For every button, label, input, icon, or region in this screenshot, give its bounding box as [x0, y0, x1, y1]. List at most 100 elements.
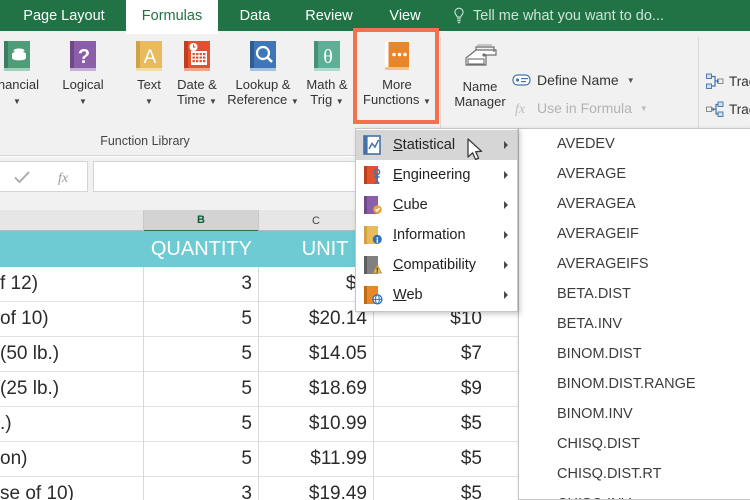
cell-unit_price[interactable]: $10.99: [259, 407, 374, 441]
submenu-arrow-icon: [504, 201, 508, 209]
define-name-label: Define Name: [537, 72, 619, 88]
menu-item-statistical[interactable]: Statistical: [356, 130, 517, 160]
cell-total[interactable]: $7: [374, 337, 489, 371]
submenu-item-avedev[interactable]: AVEDEV: [519, 129, 750, 159]
more-functions-button[interactable]: More Functions ▼: [362, 37, 432, 123]
column-header-b[interactable]: B: [144, 210, 259, 232]
chevron-down-icon[interactable]: ▼: [13, 97, 21, 106]
grid-line-b-right: [258, 267, 259, 500]
submenu-item-average[interactable]: AVERAGE: [519, 159, 750, 189]
submenu-arrow-icon: [504, 231, 508, 239]
statistical-icon: [363, 135, 381, 155]
chevron-down-icon[interactable]: ▼: [209, 97, 217, 106]
excel-window: Page Layout Formulas Data Review View Te…: [0, 0, 750, 500]
column-header-partial[interactable]: [0, 210, 144, 231]
cell-unit_price[interactable]: $18.69: [259, 372, 374, 406]
submenu-item-binom-inv[interactable]: BINOM.INV: [519, 399, 750, 429]
svg-text:fx: fx: [515, 102, 526, 116]
tab-page-layout[interactable]: Page Layout: [12, 0, 116, 31]
chevron-down-icon[interactable]: ▼: [145, 97, 153, 106]
submenu-item-binom-dist-range[interactable]: BINOM.DIST.RANGE: [519, 369, 750, 399]
name-manager-icon: [465, 44, 497, 66]
tab-label: Formulas: [141, 7, 203, 24]
chevron-down-icon: ▼: [639, 103, 648, 113]
submenu-item-chisq-dist[interactable]: CHISQ.DIST: [519, 429, 750, 459]
cell-desc[interactable]: on): [0, 442, 140, 476]
submenu-item-chisq-inv[interactable]: CHISQ.INV: [519, 489, 750, 499]
cell-unit_price[interactable]: $11.99: [259, 442, 374, 476]
tab-view[interactable]: View: [376, 0, 434, 31]
cell-desc[interactable]: (50 lb.): [0, 337, 140, 371]
trace-precedents-command[interactable]: Trac: [706, 73, 750, 90]
cell-total[interactable]: $9: [374, 372, 489, 406]
logical-book-icon: ?: [70, 41, 96, 71]
cell-quantity[interactable]: 3: [144, 267, 259, 301]
chevron-down-icon[interactable]: ▼: [336, 97, 344, 106]
define-name-icon: [512, 74, 531, 86]
check-icon[interactable]: [12, 169, 32, 185]
tab-label: Page Layout: [23, 7, 105, 24]
financial-button[interactable]: inancial ▼: [0, 37, 48, 123]
use-in-formula-icon: fx: [515, 102, 526, 116]
math-trig-button[interactable]: θ Math & Trig ▼: [298, 37, 356, 123]
submenu-item-chisq-dist-rt[interactable]: CHISQ.DIST.RT: [519, 459, 750, 489]
use-in-formula-command: fx Use in Formula ▼: [512, 100, 648, 116]
tab-review[interactable]: Review: [292, 0, 366, 31]
cell-desc[interactable]: (25 lb.): [0, 372, 140, 406]
logical-label: Logical ▼: [62, 77, 104, 106]
name-manager-button[interactable]: Name Manager: [448, 37, 512, 129]
menu-item-web[interactable]: Web: [356, 280, 517, 310]
cell-quantity[interactable]: 5: [144, 302, 259, 336]
more-functions-dropdown-menu[interactable]: Statistical Engineering Cube Information Com…: [355, 128, 518, 312]
tab-data[interactable]: Data: [228, 0, 282, 31]
chevron-down-icon[interactable]: ▼: [627, 76, 635, 85]
statistical-function-submenu[interactable]: AVEDEV AVERAGE AVERAGEA AVERAGEIF AVERAGEIFS…: [518, 128, 750, 500]
menu-item-engineering[interactable]: Engineering: [356, 160, 517, 190]
cell-total[interactable]: $5: [374, 477, 489, 500]
chevron-down-icon[interactable]: ▼: [79, 97, 87, 106]
submenu-item-binom-dist[interactable]: BINOM.DIST: [519, 339, 750, 369]
menu-item-label: Compatibility: [393, 257, 477, 273]
svg-text:θ: θ: [323, 46, 333, 68]
submenu-item-beta-inv[interactable]: BETA.INV: [519, 309, 750, 339]
chevron-down-icon[interactable]: ▼: [423, 97, 431, 106]
cell-desc[interactable]: of 10): [0, 302, 140, 336]
submenu-item-averageifs[interactable]: AVERAGEIFS: [519, 249, 750, 279]
cell-quantity[interactable]: 5: [144, 442, 259, 476]
tab-label: View: [389, 7, 421, 24]
submenu-item-averageif[interactable]: AVERAGEIF: [519, 219, 750, 249]
cell-unit_price[interactable]: $19.49: [259, 477, 374, 500]
menu-item-information[interactable]: Information: [356, 220, 517, 250]
tell-me-search[interactable]: Tell me what you want to do...: [452, 0, 664, 31]
trace-dependents-command[interactable]: Trac: [706, 101, 750, 118]
ribbon-top-strip: [126, 31, 218, 34]
trace-precedents-label: Trac: [729, 74, 750, 89]
fx-icon[interactable]: fx: [55, 169, 75, 185]
menu-item-label: Engineering: [393, 167, 471, 183]
define-name-command[interactable]: Define Name ▼: [512, 72, 635, 88]
cell-unit_price[interactable]: $14.05: [259, 337, 374, 371]
cell-quantity[interactable]: 5: [144, 407, 259, 441]
lookup-reference-button[interactable]: Lookup & Reference ▼: [226, 37, 300, 123]
cell-desc[interactable]: .): [0, 407, 140, 441]
lightbulb-icon: [454, 7, 464, 24]
date-time-book-icon: [184, 41, 210, 71]
function-library-group-label: Function Library: [100, 134, 190, 148]
cell-desc[interactable]: f 12): [0, 267, 140, 301]
submenu-item-averagea[interactable]: AVERAGEA: [519, 189, 750, 219]
cell-desc[interactable]: se of 10): [0, 477, 140, 500]
menu-item-compatibility[interactable]: Compatibility: [356, 250, 517, 280]
cell-total[interactable]: $5: [374, 407, 489, 441]
cell-quantity[interactable]: 5: [144, 337, 259, 371]
tab-formulas[interactable]: Formulas: [126, 0, 218, 31]
menu-item-cube[interactable]: Cube: [356, 190, 517, 220]
grid-line-b-left: [143, 267, 144, 500]
submenu-item-beta-dist[interactable]: BETA.DIST: [519, 279, 750, 309]
cell-total[interactable]: $5: [374, 442, 489, 476]
cell-quantity[interactable]: 3: [144, 477, 259, 500]
date-time-button[interactable]: Date & Time ▼: [168, 37, 226, 123]
text-label: Text ▼: [137, 77, 161, 106]
logical-button[interactable]: ? Logical ▼: [52, 37, 114, 123]
trace-dependents-label: Trac: [729, 102, 750, 117]
cell-quantity[interactable]: 5: [144, 372, 259, 406]
